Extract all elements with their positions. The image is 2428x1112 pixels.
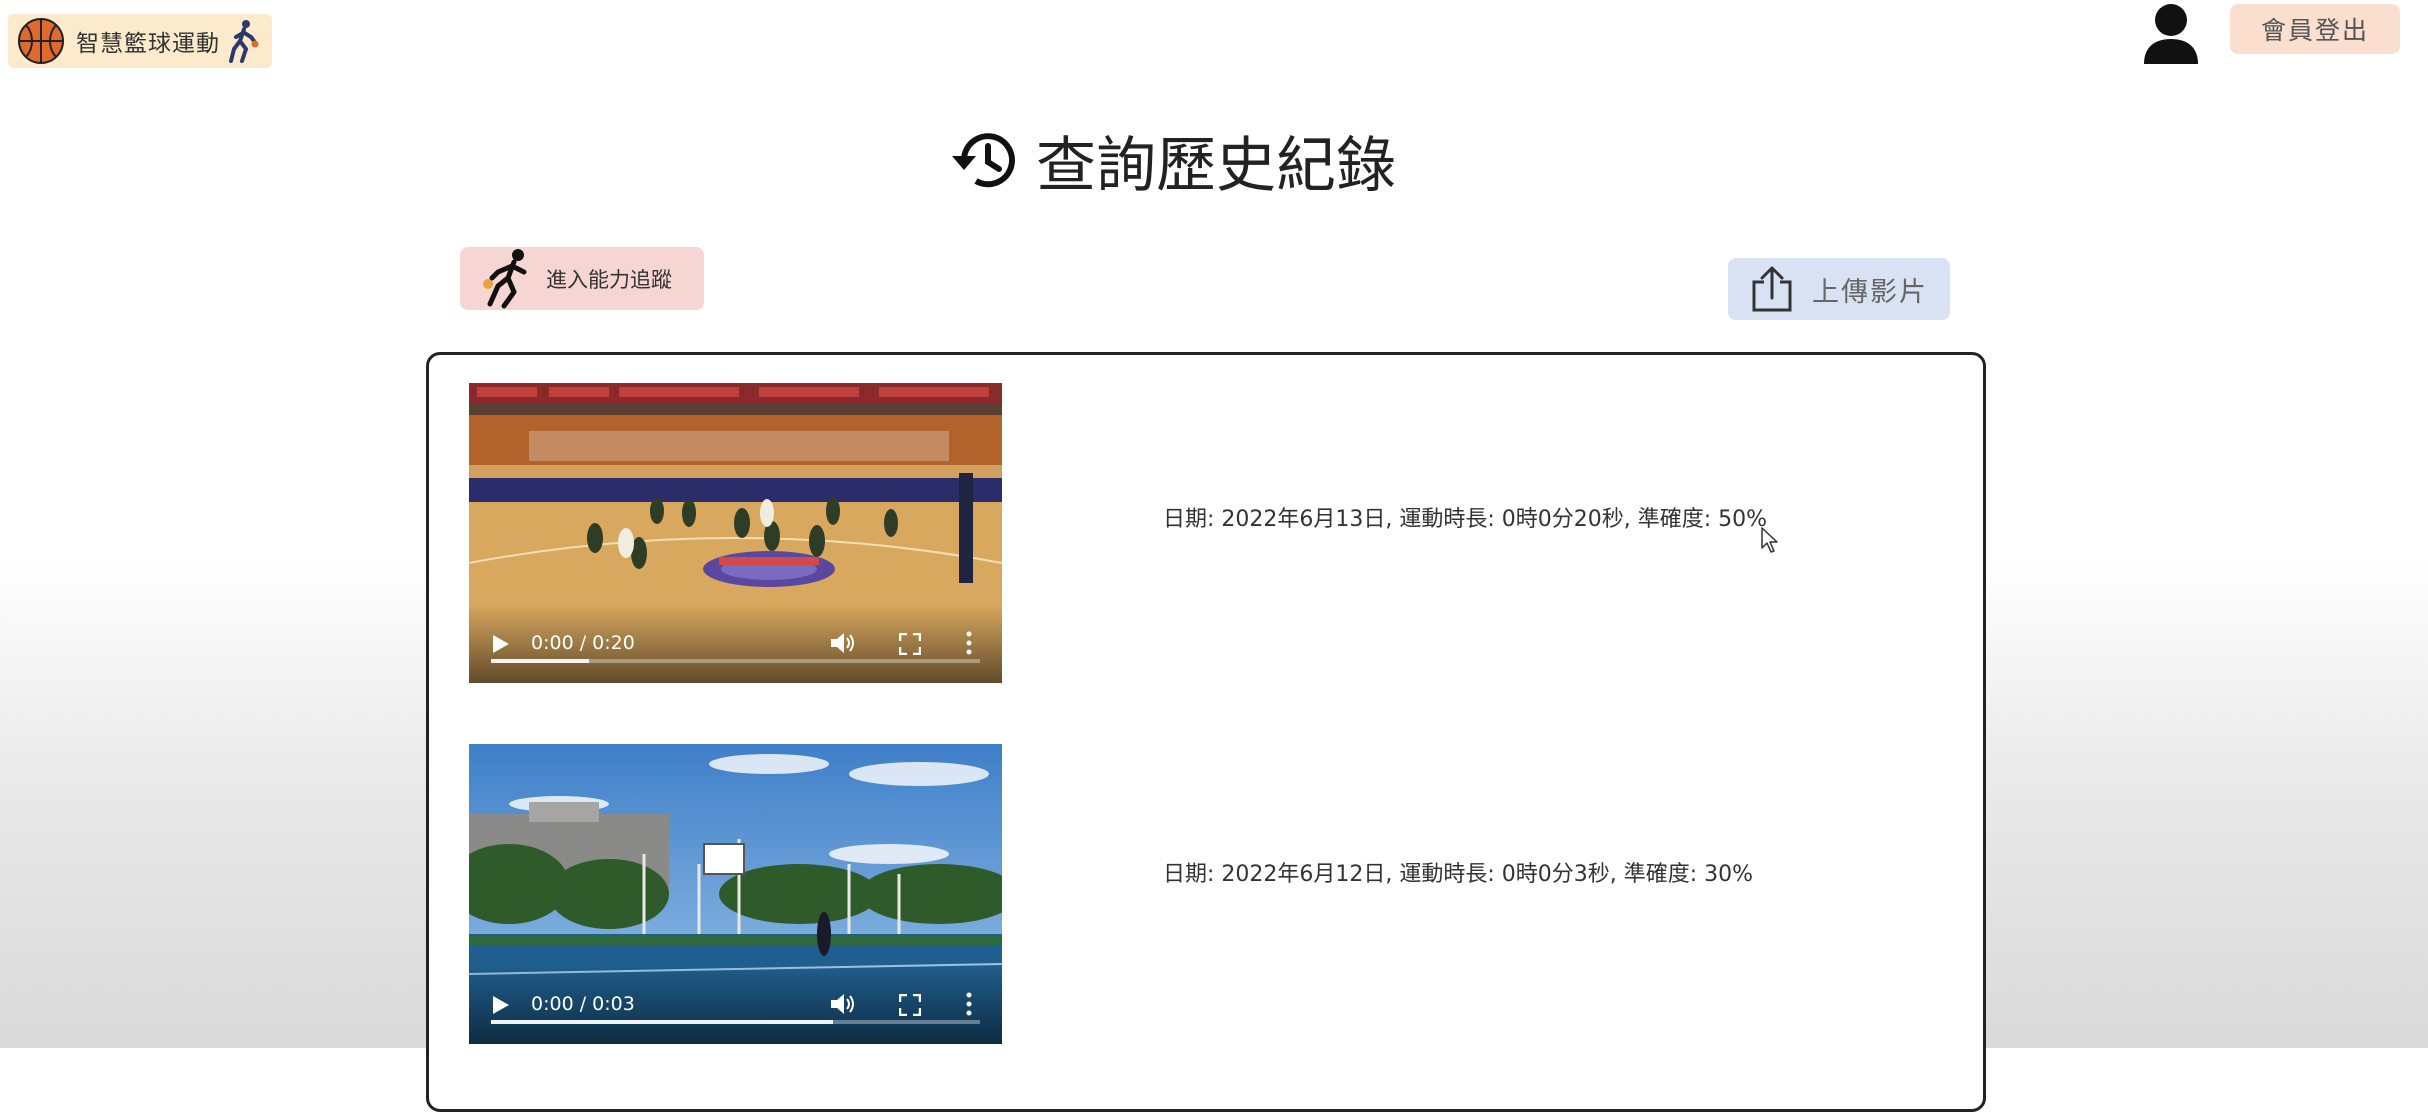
video-progress-bar[interactable] xyxy=(491,1020,980,1024)
record-info: 日期: 2022年6月12日, 運動時長: 0時0分3秒, 準確度: 30% xyxy=(1163,862,1754,887)
logout-button[interactable]: 會員登出 xyxy=(2230,4,2400,54)
upload-video-label: 上傳影片 xyxy=(1812,276,1928,308)
page-header: 查詢歷史紀錄 xyxy=(950,122,1396,201)
history-record-list: 0:00 / 0:20 日期: 2022年6月13日, 運動時長: 0時0分20… xyxy=(426,352,1986,1112)
record-info: 日期: 2022年6月13日, 運動時長: 0時0分20秒, 準確度: 50% xyxy=(1163,507,1768,532)
volume-icon[interactable] xyxy=(829,631,855,655)
video-player[interactable]: 0:00 / 0:03 xyxy=(469,744,1002,1044)
play-icon[interactable] xyxy=(493,635,509,653)
brand-logo[interactable]: 智慧籃球運動 xyxy=(8,14,272,68)
video-controls: 0:00 / 0:03 xyxy=(469,964,1002,1044)
upload-video-button[interactable]: 上傳影片 xyxy=(1728,258,1950,320)
user-icon[interactable] xyxy=(2140,2,2202,66)
video-buffer-fill xyxy=(491,659,589,663)
video-controls: 0:00 / 0:20 xyxy=(469,603,1002,683)
video-buffer-fill xyxy=(491,1020,834,1024)
video-progress-bar[interactable] xyxy=(491,659,980,663)
page-title: 查詢歷史紀錄 xyxy=(1036,130,1396,201)
volume-icon[interactable] xyxy=(829,992,855,1016)
history-icon xyxy=(952,133,1015,188)
more-icon[interactable] xyxy=(965,631,973,655)
ability-tracking-label: 進入能力追蹤 xyxy=(546,267,672,292)
ability-tracking-button[interactable]: 進入能力追蹤 xyxy=(460,247,704,310)
fullscreen-icon[interactable] xyxy=(899,633,921,655)
list-item: 0:00 / 0:20 日期: 2022年6月13日, 運動時長: 0時0分20… xyxy=(469,383,1949,685)
basketball-icon xyxy=(18,18,64,64)
play-icon[interactable] xyxy=(493,996,509,1014)
player-icon xyxy=(229,20,259,63)
more-icon[interactable] xyxy=(965,992,973,1016)
brand-name: 智慧籃球運動 xyxy=(76,31,220,57)
list-item: 0:00 / 0:03 日期: 2022年6月12日, 運動時長: 0時0分3秒… xyxy=(469,744,1949,1046)
video-time: 0:00 / 0:20 xyxy=(531,632,635,654)
cursor-icon xyxy=(1761,527,1778,553)
video-time: 0:00 / 0:03 xyxy=(531,993,635,1015)
fullscreen-icon[interactable] xyxy=(899,994,921,1016)
upload-icon xyxy=(1752,266,1792,312)
video-player[interactable]: 0:00 / 0:20 xyxy=(469,383,1002,683)
dribble-icon xyxy=(483,248,527,308)
